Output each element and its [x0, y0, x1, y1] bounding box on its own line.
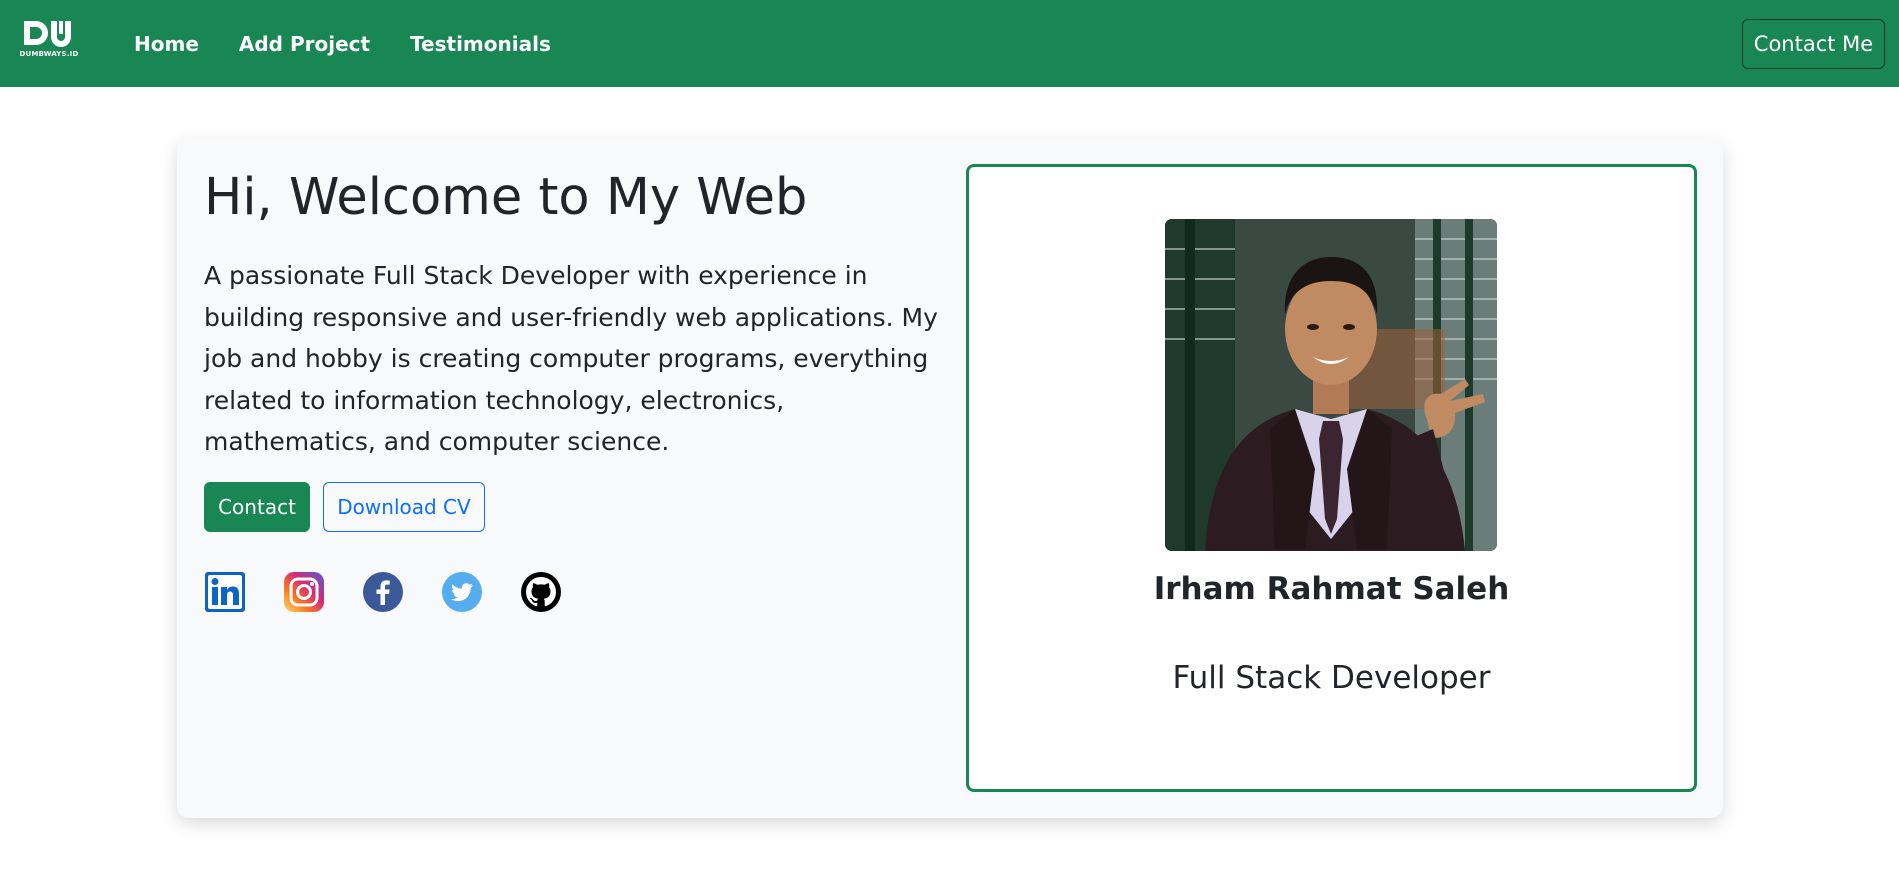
brand-text: DUMBWAYS.ID	[19, 50, 79, 58]
twitter-icon[interactable]	[441, 571, 483, 613]
profile-photo	[1165, 219, 1497, 551]
dumbways-logo-icon	[24, 21, 71, 47]
download-cv-button[interactable]: Download CV	[323, 482, 485, 532]
hero-title: Hi, Welcome to My Web	[204, 168, 808, 227]
hero-card: Hi, Welcome to My Web A passionate Full …	[177, 138, 1723, 818]
facebook-icon[interactable]	[362, 571, 404, 613]
brand-logo[interactable]: DUMBWAYS.ID	[16, 18, 82, 68]
profile-role: Full Stack Developer	[1172, 660, 1491, 696]
github-icon[interactable]	[520, 571, 562, 613]
social-links	[204, 571, 599, 613]
profile-card: Irham Rahmat Saleh Full Stack Developer	[966, 164, 1697, 792]
profile-name: Irham Rahmat Saleh	[1153, 571, 1510, 607]
instagram-icon[interactable]	[283, 571, 325, 613]
nav-link-testimonials[interactable]: Testimonials	[410, 32, 551, 56]
nav-links: Home Add Project Testimonials	[134, 0, 591, 87]
navbar: DUMBWAYS.ID Home Add Project Testimonial…	[0, 0, 1899, 87]
contact-me-button[interactable]: Contact Me	[1742, 19, 1885, 69]
nav-link-add-project[interactable]: Add Project	[239, 32, 370, 56]
nav-link-home[interactable]: Home	[134, 32, 199, 56]
profile-photo-image	[1165, 219, 1497, 551]
hero-description: A passionate Full Stack Developer with e…	[204, 261, 938, 456]
linkedin-icon[interactable]	[204, 571, 246, 613]
contact-button[interactable]: Contact	[204, 482, 310, 532]
